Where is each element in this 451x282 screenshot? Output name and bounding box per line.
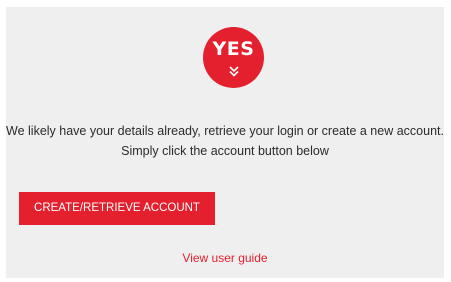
info-message-line-2: Simply click the account button below	[121, 144, 329, 158]
create-retrieve-account-button[interactable]: CREATE/RETRIEVE ACCOUNT	[19, 192, 215, 225]
info-message-line-1: We likely have your details already, ret…	[6, 124, 444, 138]
double-chevron-down-icon	[228, 66, 239, 77]
view-user-guide-link[interactable]: View user guide	[6, 251, 444, 265]
info-message: We likely have your details already, ret…	[6, 121, 444, 161]
logo-text: YES	[212, 38, 255, 60]
yes-logo: YES	[203, 27, 264, 88]
account-panel: YES We likely have your details already,…	[6, 7, 444, 278]
